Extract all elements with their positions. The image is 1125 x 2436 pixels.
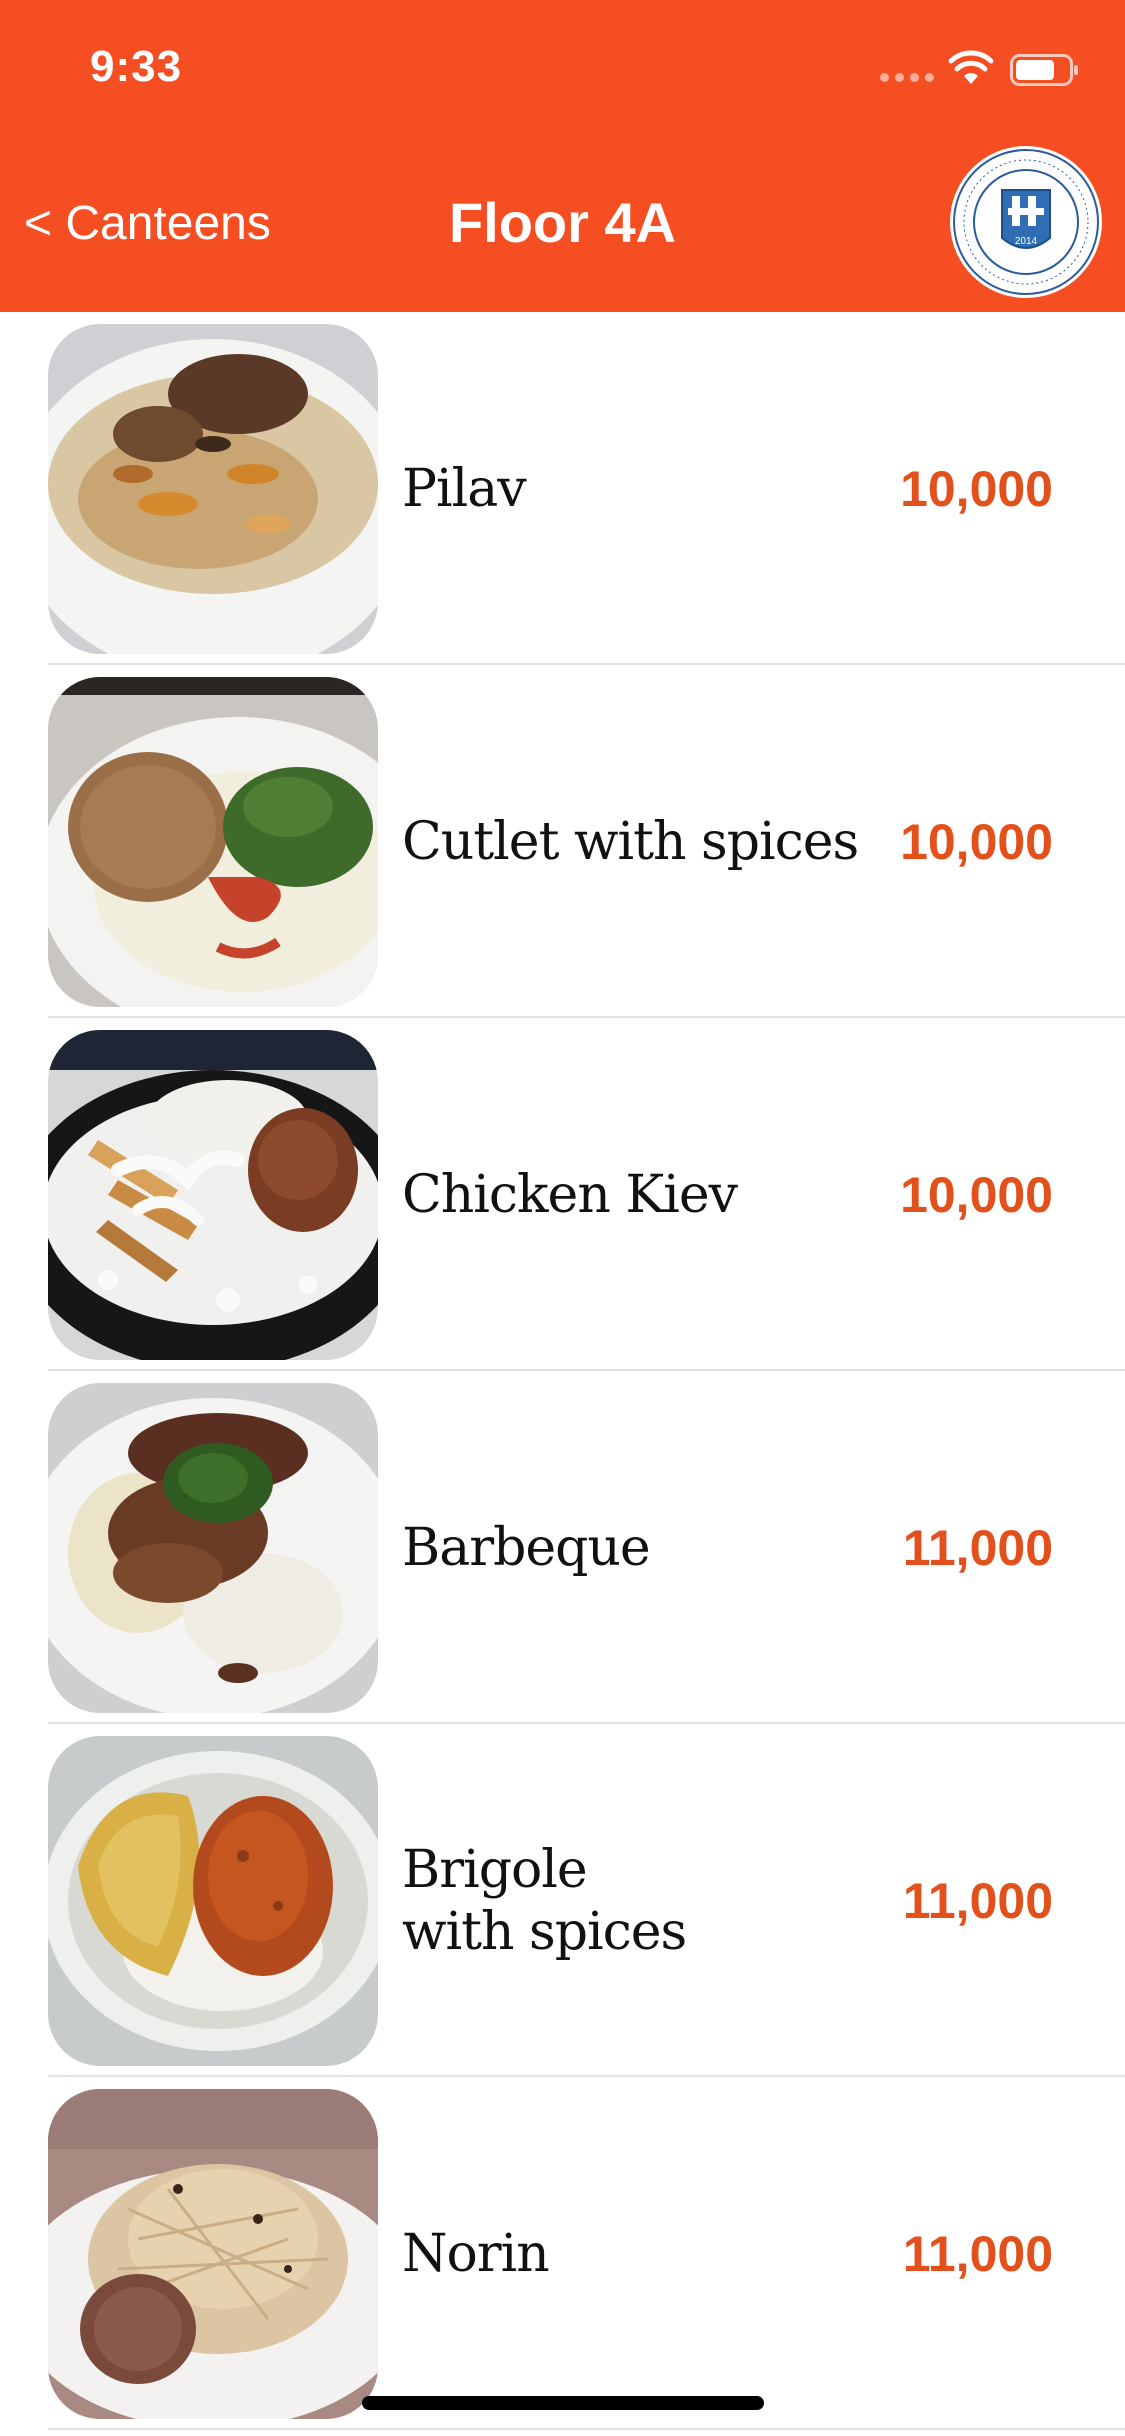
menu-item-name: Norin — [402, 2223, 550, 2284]
menu-list: Pilav 10,000 Cutlet with spices 10,000 C… — [0, 312, 1125, 2430]
back-button[interactable]: < Canteens — [24, 196, 271, 252]
menu-item-price: 11,000 — [902, 1519, 1053, 1576]
pilav-photo — [48, 324, 378, 654]
wifi-icon — [948, 50, 994, 84]
menu-item-name: Barbeque — [402, 1517, 651, 1578]
menu-item-name: Chicken Kiev — [402, 1164, 738, 1225]
menu-item-name: Pilav — [402, 458, 527, 519]
brigole-photo — [48, 1736, 378, 2066]
home-indicator[interactable] — [362, 2396, 764, 2410]
menu-item[interactable]: Chicken Kiev 10,000 — [0, 1018, 1125, 1371]
menu-item-price: 11,000 — [902, 2225, 1053, 2282]
screen: 9:33 < Canteens Floor 4A 2014 Pilav 10,0… — [0, 0, 1125, 2436]
row-divider — [48, 2428, 1125, 2430]
battery-icon — [1010, 54, 1078, 86]
menu-item-price: 11,000 — [902, 1872, 1053, 1929]
menu-item[interactable]: Brigole with spices 11,000 — [0, 1724, 1125, 2077]
navigation-header: 9:33 < Canteens Floor 4A 2014 — [0, 0, 1125, 312]
menu-item[interactable]: Barbeque 11,000 — [0, 1371, 1125, 1724]
norin-photo — [48, 2089, 378, 2419]
menu-item[interactable]: Norin 11,000 — [0, 2077, 1125, 2430]
status-time: 9:33 — [90, 42, 183, 91]
chicken-kiev-photo — [48, 1030, 378, 1360]
menu-item[interactable]: Cutlet with spices 10,000 — [0, 665, 1125, 1018]
menu-item-price: 10,000 — [900, 460, 1053, 517]
menu-item[interactable]: Pilav 10,000 — [0, 312, 1125, 665]
logo-year: 2014 — [1015, 236, 1038, 247]
menu-item-name: Brigole with spices — [402, 1839, 687, 1962]
cutlet-photo — [48, 677, 378, 1007]
cellular-signal-icon — [880, 73, 934, 82]
menu-item-price: 10,000 — [900, 1166, 1053, 1223]
menu-item-name: Cutlet with spices — [402, 811, 859, 872]
university-seal-logo: 2014 — [950, 146, 1102, 298]
barbeque-photo — [48, 1383, 378, 1713]
menu-item-price: 10,000 — [900, 813, 1053, 870]
